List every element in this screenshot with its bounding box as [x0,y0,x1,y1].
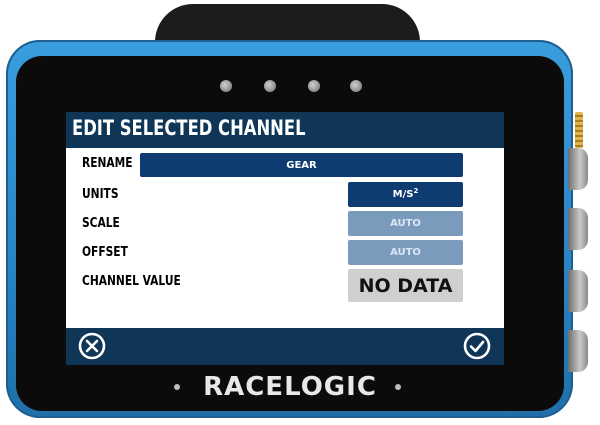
channel-value-label: CHANNEL VALUE [82,274,181,289]
antenna [572,112,586,148]
display-screen: EDIT SELECTED CHANNEL RENAME GEAR UNITS … [66,112,504,365]
status-led [220,80,232,92]
status-led [350,80,362,92]
bottom-bar [66,328,504,365]
close-circle-icon [78,332,106,360]
status-led [308,80,320,92]
side-button-1[interactable] [568,148,588,190]
confirm-button[interactable] [462,331,492,361]
units-superscript: 2 [413,186,419,195]
status-led [264,80,276,92]
offset-field[interactable]: AUTO [348,240,463,265]
channel-value-display: NO DATA [348,269,463,302]
side-button-3[interactable] [568,270,588,312]
scale-field[interactable]: AUTO [348,211,463,236]
units-field[interactable]: M/S 2 [348,182,463,207]
rename-label: RENAME [82,156,133,171]
units-value: M/S [392,189,414,200]
title-bar: EDIT SELECTED CHANNEL [66,112,504,148]
side-button-2[interactable] [568,208,588,250]
offset-label: OFFSET [82,245,128,260]
page-title: EDIT SELECTED CHANNEL [72,116,306,140]
units-label: UNITS [82,187,119,202]
status-leds [220,80,362,96]
cancel-button[interactable] [77,331,107,361]
brand-logo: RACELOGIC [203,372,377,402]
side-button-4[interactable] [568,330,588,372]
check-circle-icon [463,332,491,360]
scale-label: SCALE [82,216,120,231]
brand-dot-right [395,384,401,390]
rename-field[interactable]: GEAR [140,153,463,177]
